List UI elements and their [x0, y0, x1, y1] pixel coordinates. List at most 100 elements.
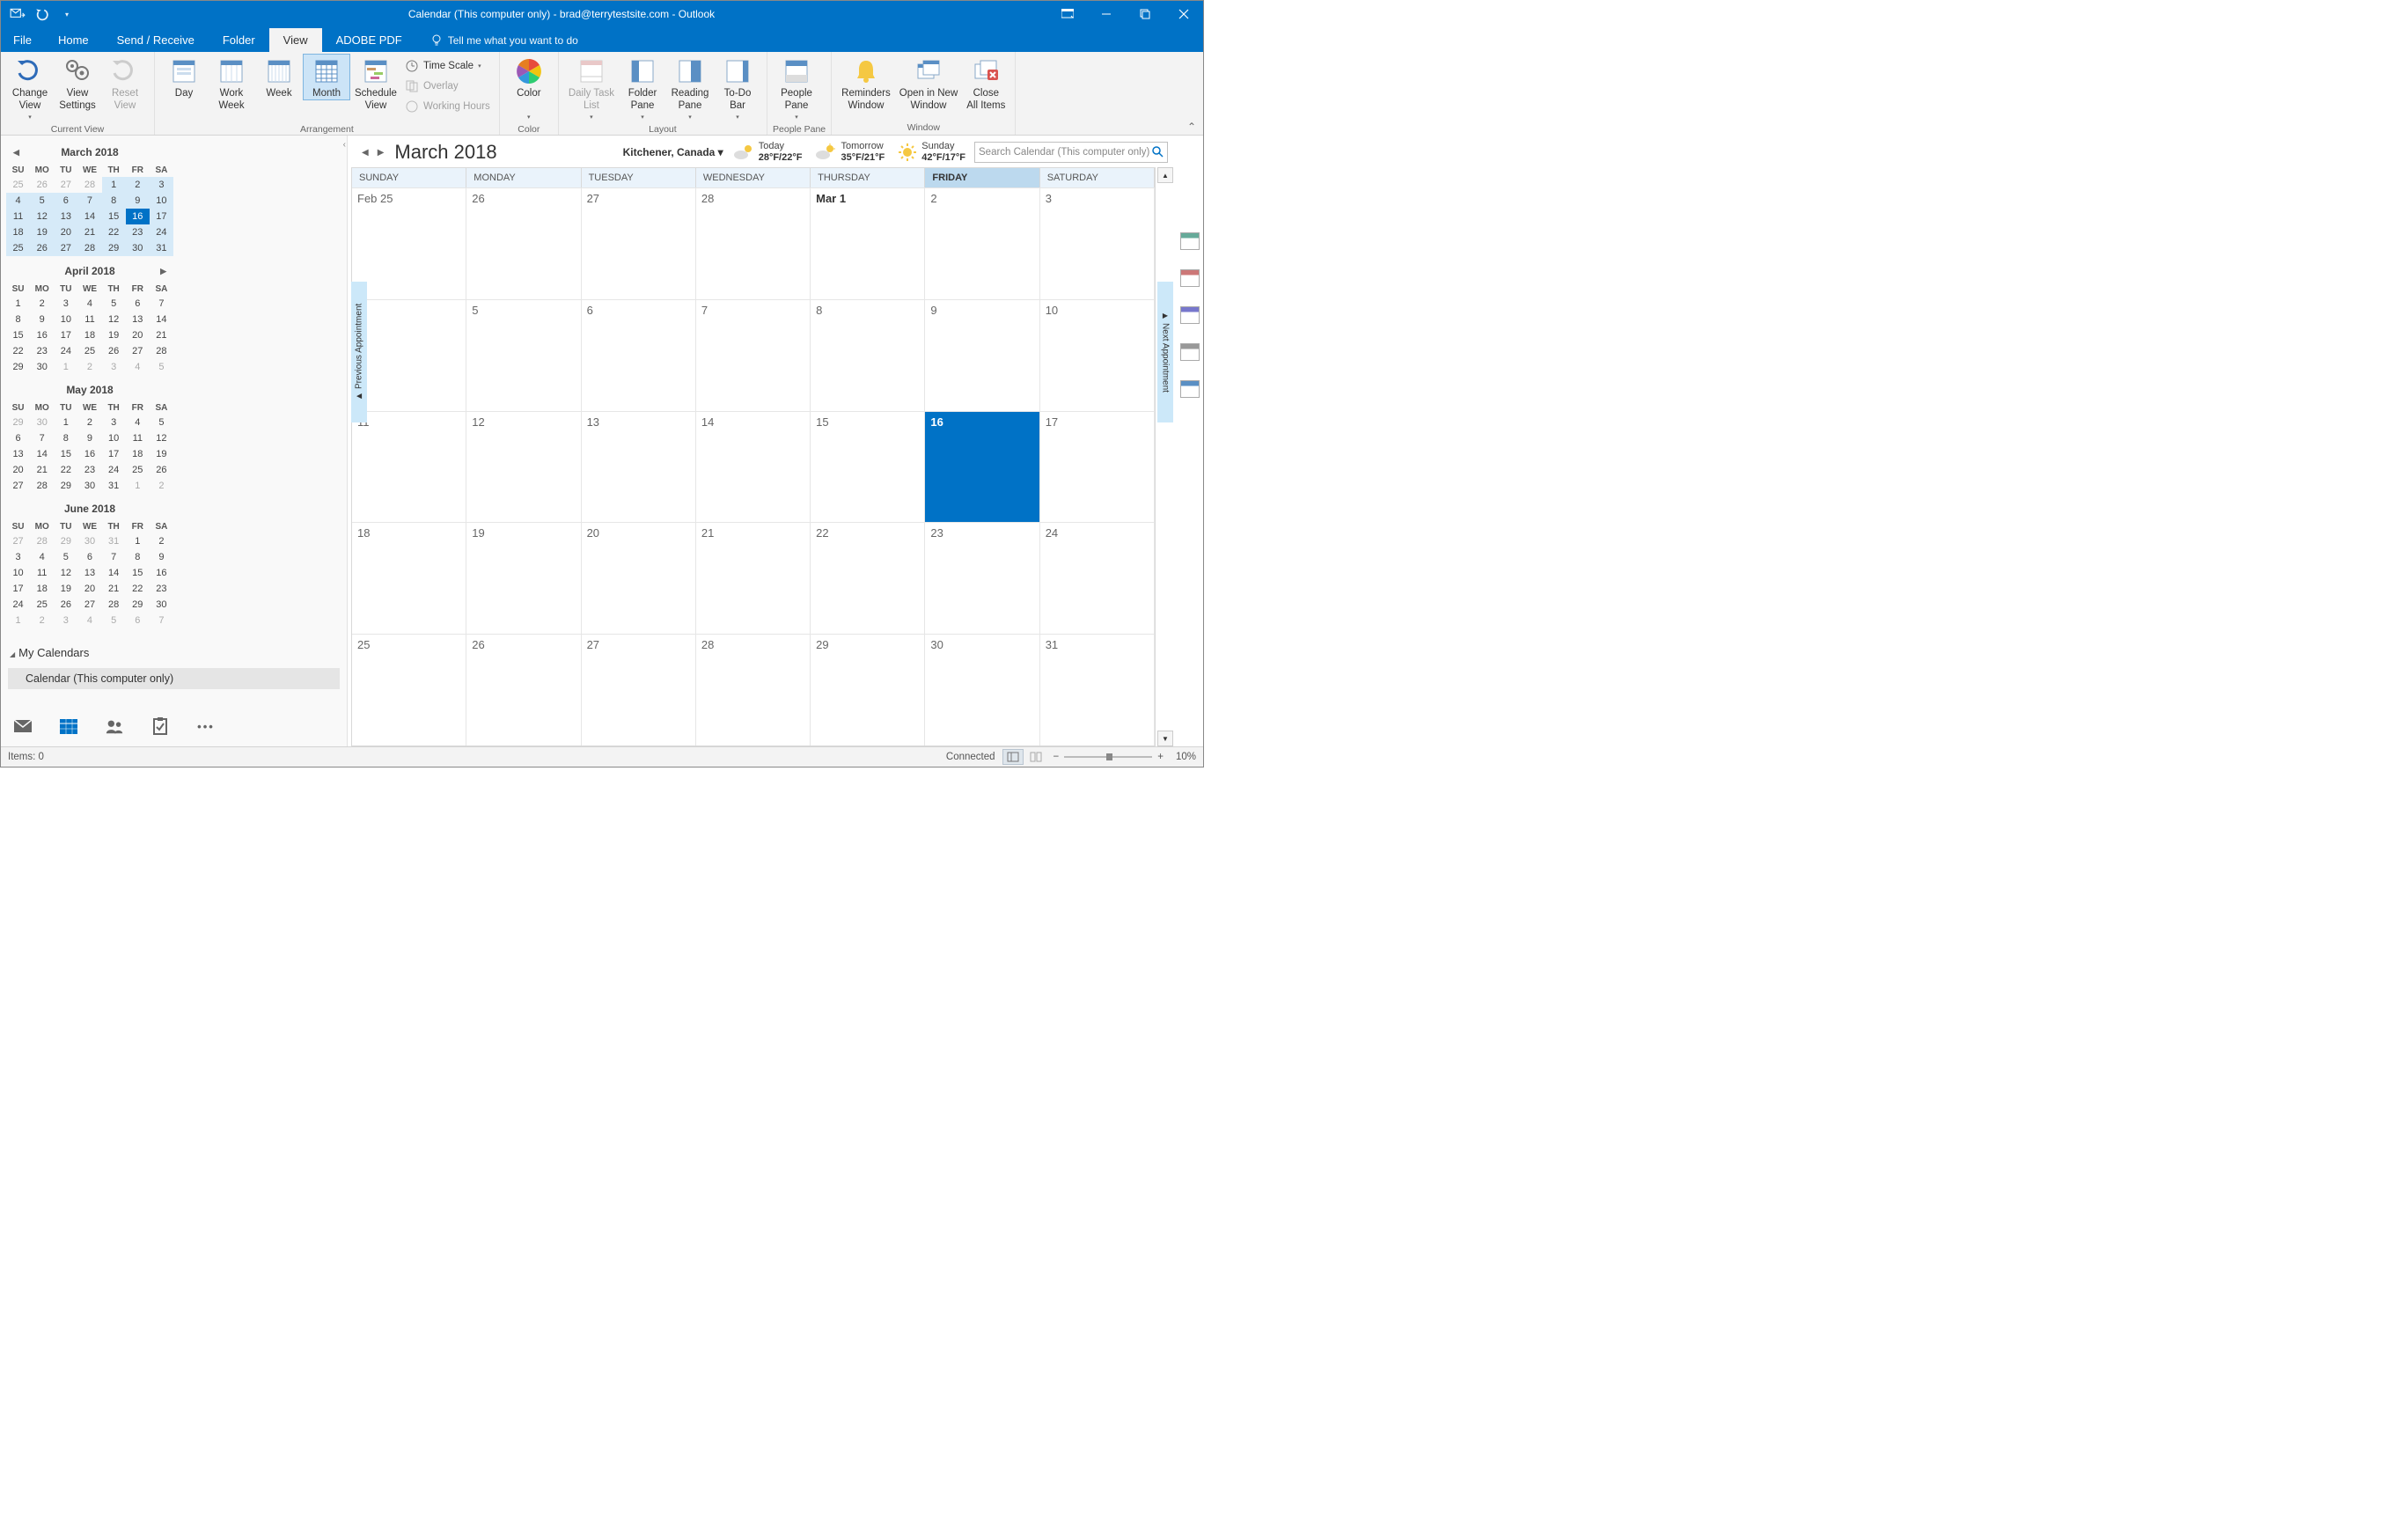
calendar-day-cell[interactable]: 21 — [696, 522, 811, 634]
mini-cal-day[interactable]: 12 — [30, 209, 54, 224]
nav-more-icon[interactable]: ••• — [196, 716, 216, 736]
daily-task-list-button[interactable]: Daily Task List▾ — [564, 54, 619, 124]
mini-cal-day[interactable]: 14 — [77, 209, 101, 224]
mini-cal-day[interactable]: 19 — [102, 327, 126, 343]
mini-cal-day[interactable]: 11 — [77, 312, 101, 327]
weather-location[interactable]: Kitchener, Canada ▾ — [623, 146, 723, 158]
mini-cal-day[interactable]: 11 — [30, 565, 54, 581]
mini-cal-day[interactable]: 2 — [30, 296, 54, 312]
mini-cal-day[interactable]: 15 — [126, 565, 150, 581]
mini-cal-day[interactable]: 23 — [126, 224, 150, 240]
calendar-day-cell[interactable]: 9 — [925, 299, 1039, 411]
mini-cal-day[interactable]: 6 — [126, 296, 150, 312]
mini-cal-day[interactable]: 24 — [102, 462, 126, 478]
mini-cal-day[interactable]: 2 — [77, 359, 101, 375]
mini-cal-next[interactable]: ▶ — [157, 263, 170, 280]
mini-cal-day[interactable]: 16 — [126, 209, 150, 224]
mini-cal-day[interactable]: 19 — [54, 581, 77, 597]
mini-cal-day[interactable]: 8 — [102, 193, 126, 209]
mini-cal-day[interactable]: 28 — [77, 240, 101, 256]
mini-cal-day[interactable]: 27 — [6, 478, 30, 494]
mini-cal-day[interactable]: 23 — [150, 581, 173, 597]
mini-cal-day[interactable]: 20 — [54, 224, 77, 240]
mini-cal-day[interactable]: 6 — [126, 613, 150, 628]
mini-cal-day[interactable]: 25 — [126, 462, 150, 478]
calendar-day-cell[interactable]: 11 — [352, 411, 466, 523]
schedule-view-button[interactable]: Schedule View — [350, 54, 401, 112]
working-hours-button[interactable]: Working Hours — [405, 98, 490, 115]
nav-mail-icon[interactable] — [13, 716, 33, 736]
calendar-day-cell[interactable]: 20 — [582, 522, 696, 634]
calendar-day-cell[interactable]: 12 — [466, 411, 581, 523]
mini-cal-day[interactable]: 10 — [102, 430, 126, 446]
tell-me-search[interactable]: Tell me what you want to do — [416, 29, 592, 52]
mini-cal-day[interactable]: 4 — [77, 613, 101, 628]
mini-cal-day[interactable]: 30 — [150, 597, 173, 613]
mini-cal-day[interactable]: 8 — [54, 430, 77, 446]
mini-cal-day[interactable]: 30 — [77, 478, 101, 494]
peek-people-icon[interactable] — [1180, 269, 1200, 287]
mini-cal-day[interactable]: 2 — [150, 533, 173, 549]
view-normal-button[interactable] — [1002, 749, 1024, 765]
mini-cal-day[interactable]: 13 — [54, 209, 77, 224]
mini-cal-day[interactable]: 30 — [30, 415, 54, 430]
calendar-item[interactable]: Calendar (This computer only) — [8, 668, 340, 689]
mini-cal-day[interactable]: 18 — [6, 224, 30, 240]
mini-cal-day[interactable]: 26 — [150, 462, 173, 478]
weather-tomorrow[interactable]: Tomorrow35°F/21°F — [814, 141, 885, 164]
ribbon-collapse-button[interactable]: ⌃ — [1187, 121, 1196, 133]
mini-cal-day[interactable]: 30 — [126, 240, 150, 256]
reset-view-button[interactable]: Reset View — [101, 54, 149, 112]
view-reading-button[interactable] — [1025, 749, 1046, 765]
mini-cal-day[interactable]: 1 — [54, 415, 77, 430]
todo-bar-button[interactable]: To-Do Bar▾ — [714, 54, 761, 124]
peek-icon-5[interactable] — [1180, 380, 1200, 398]
mini-cal-day[interactable]: 9 — [30, 312, 54, 327]
maximize-button[interactable] — [1126, 1, 1164, 27]
mini-cal-day[interactable]: 29 — [54, 533, 77, 549]
mini-cal-day[interactable]: 13 — [77, 565, 101, 581]
mini-cal-day[interactable]: 1 — [6, 296, 30, 312]
mini-cal-day[interactable]: 28 — [102, 597, 126, 613]
mini-cal-day[interactable]: 21 — [102, 581, 126, 597]
calendar-day-cell[interactable]: 31 — [1040, 634, 1155, 745]
calendar-day-cell[interactable]: 15 — [811, 411, 925, 523]
mini-cal-day[interactable]: 14 — [150, 312, 173, 327]
overlay-button[interactable]: Overlay — [405, 77, 490, 95]
mini-cal-day[interactable]: 29 — [6, 415, 30, 430]
mini-cal-day[interactable]: 28 — [30, 533, 54, 549]
mini-cal-day[interactable]: 22 — [6, 343, 30, 359]
mini-cal-day[interactable]: 2 — [126, 177, 150, 193]
qat-customize-icon[interactable]: ▾ — [59, 6, 75, 22]
calendar-day-cell[interactable]: 26 — [466, 634, 581, 745]
mini-cal-day[interactable]: 26 — [54, 597, 77, 613]
mini-cal-day[interactable]: 7 — [30, 430, 54, 446]
month-view-button[interactable]: Month — [303, 54, 350, 100]
mini-cal-day[interactable]: 18 — [77, 327, 101, 343]
mini-cal-day[interactable]: 19 — [150, 446, 173, 462]
calendar-day-cell[interactable]: 13 — [582, 411, 696, 523]
mini-cal-day[interactable]: 13 — [6, 446, 30, 462]
mini-cal-day[interactable]: 2 — [77, 415, 101, 430]
mini-cal-day[interactable]: 6 — [77, 549, 101, 565]
calendar-day-cell[interactable]: 27 — [582, 634, 696, 745]
calendar-day-cell[interactable]: 7 — [696, 299, 811, 411]
peek-tasks-icon[interactable] — [1180, 306, 1200, 324]
mini-cal-day[interactable]: 3 — [150, 177, 173, 193]
mini-cal-day[interactable]: 5 — [102, 296, 126, 312]
zoom-slider[interactable]: − + 10% — [1054, 752, 1196, 762]
mini-cal-day[interactable]: 23 — [30, 343, 54, 359]
change-view-button[interactable]: Change View▾ — [6, 54, 54, 124]
mini-cal-day[interactable]: 25 — [77, 343, 101, 359]
calendar-day-cell[interactable]: 24 — [1040, 522, 1155, 634]
calendar-day-cell[interactable]: 28 — [696, 187, 811, 299]
tab-folder[interactable]: Folder — [209, 28, 269, 52]
mini-cal-day[interactable]: 14 — [102, 565, 126, 581]
mini-cal-day[interactable]: 27 — [54, 177, 77, 193]
mini-cal-day[interactable]: 31 — [150, 240, 173, 256]
mini-cal-day[interactable]: 22 — [54, 462, 77, 478]
view-settings-button[interactable]: View Settings — [54, 54, 101, 112]
mini-cal-day[interactable]: 18 — [126, 446, 150, 462]
mini-cal-day[interactable]: 20 — [6, 462, 30, 478]
mini-cal-day[interactable]: 23 — [77, 462, 101, 478]
